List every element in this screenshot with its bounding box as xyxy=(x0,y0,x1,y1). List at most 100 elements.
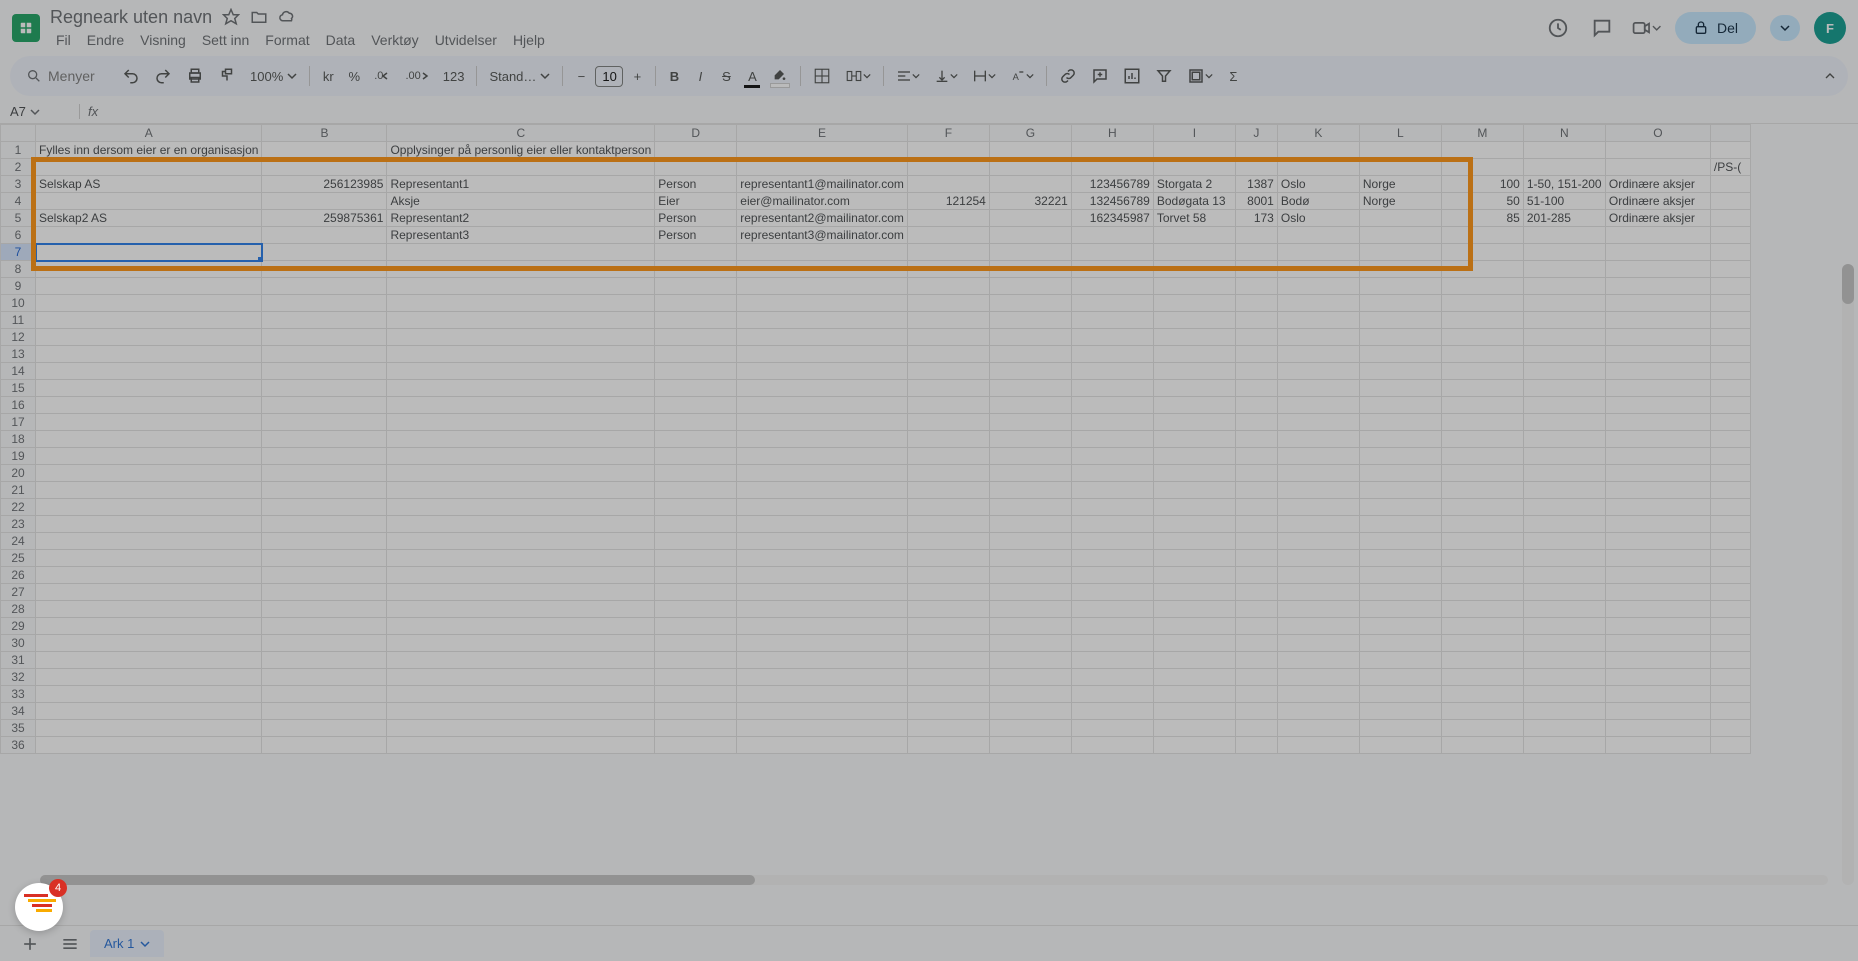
cell-K34[interactable] xyxy=(1277,703,1359,720)
cell-D20[interactable] xyxy=(655,465,737,482)
cell-O25[interactable] xyxy=(1605,550,1710,567)
cell-L26[interactable] xyxy=(1359,567,1441,584)
cell-E4[interactable]: eier@mailinator.com xyxy=(737,193,908,210)
cell-K13[interactable] xyxy=(1277,346,1359,363)
cell-M29[interactable] xyxy=(1441,618,1523,635)
cell-I4[interactable]: Bodøgata 13 xyxy=(1153,193,1235,210)
cell-H10[interactable] xyxy=(1071,295,1153,312)
cell-O24[interactable] xyxy=(1605,533,1710,550)
cell-O27[interactable] xyxy=(1605,584,1710,601)
row-header-6[interactable]: 6 xyxy=(1,227,36,244)
row-header-29[interactable]: 29 xyxy=(1,618,36,635)
cell-G4[interactable]: 32221 xyxy=(989,193,1071,210)
row-header-25[interactable]: 25 xyxy=(1,550,36,567)
cell-D8[interactable] xyxy=(655,261,737,278)
print-button[interactable] xyxy=(180,62,210,90)
cell-F28[interactable] xyxy=(907,601,989,618)
cell-A33[interactable] xyxy=(36,686,262,703)
cell-M4[interactable]: 50 xyxy=(1441,193,1523,210)
cell-H20[interactable] xyxy=(1071,465,1153,482)
rotate-button[interactable]: A xyxy=(1004,62,1040,90)
cell-J4[interactable]: 8001 xyxy=(1235,193,1277,210)
cell-K21[interactable] xyxy=(1277,482,1359,499)
cell-A8[interactable] xyxy=(36,261,262,278)
cell-M6[interactable] xyxy=(1441,227,1523,244)
cell-J2[interactable] xyxy=(1235,159,1277,176)
cell-C23[interactable] xyxy=(387,516,655,533)
cell-C9[interactable] xyxy=(387,278,655,295)
meet-icon[interactable] xyxy=(1631,13,1661,43)
cell-E23[interactable] xyxy=(737,516,908,533)
all-sheets-button[interactable] xyxy=(50,928,90,960)
cell-O17[interactable] xyxy=(1605,414,1710,431)
cell-C2[interactable] xyxy=(387,159,655,176)
cell-K12[interactable] xyxy=(1277,329,1359,346)
cell-F1[interactable] xyxy=(907,142,989,159)
cell-D7[interactable] xyxy=(655,244,737,261)
cell-O3[interactable]: Ordinære aksjer xyxy=(1605,176,1710,193)
cell-M5[interactable]: 85 xyxy=(1441,210,1523,227)
cell-F22[interactable] xyxy=(907,499,989,516)
cell-I22[interactable] xyxy=(1153,499,1235,516)
cell-D3[interactable]: Person xyxy=(655,176,737,193)
menu-endre[interactable]: Endre xyxy=(81,30,130,50)
cell-O10[interactable] xyxy=(1605,295,1710,312)
cell-C12[interactable] xyxy=(387,329,655,346)
cell-H1[interactable] xyxy=(1071,142,1153,159)
cell-H5[interactable]: 162345987 xyxy=(1071,210,1153,227)
h-align-button[interactable] xyxy=(890,62,926,90)
row-header-5[interactable]: 5 xyxy=(1,210,36,227)
currency-button[interactable]: kr xyxy=(316,62,340,90)
row-header-7[interactable]: 7 xyxy=(1,244,36,261)
row-header-17[interactable]: 17 xyxy=(1,414,36,431)
cell-A13[interactable] xyxy=(36,346,262,363)
cell-L17[interactable] xyxy=(1359,414,1441,431)
cell-I27[interactable] xyxy=(1153,584,1235,601)
cell-H12[interactable] xyxy=(1071,329,1153,346)
cell-J12[interactable] xyxy=(1235,329,1277,346)
row-header-23[interactable]: 23 xyxy=(1,516,36,533)
cell-G20[interactable] xyxy=(989,465,1071,482)
row-header-36[interactable]: 36 xyxy=(1,737,36,754)
cell-D23[interactable] xyxy=(655,516,737,533)
cell-M13[interactable] xyxy=(1441,346,1523,363)
cell-J33[interactable] xyxy=(1235,686,1277,703)
row-header-27[interactable]: 27 xyxy=(1,584,36,601)
cell-F36[interactable] xyxy=(907,737,989,754)
cell-M11[interactable] xyxy=(1441,312,1523,329)
cell-K29[interactable] xyxy=(1277,618,1359,635)
cell-H34[interactable] xyxy=(1071,703,1153,720)
cell-F2[interactable] xyxy=(907,159,989,176)
cell-C7[interactable] xyxy=(387,244,655,261)
cell-O30[interactable] xyxy=(1605,635,1710,652)
column-header-C[interactable]: C xyxy=(387,125,655,142)
cell-N17[interactable] xyxy=(1523,414,1605,431)
cell-N8[interactable] xyxy=(1523,261,1605,278)
cloud-icon[interactable] xyxy=(278,8,296,26)
cell-G33[interactable] xyxy=(989,686,1071,703)
cell-B26[interactable] xyxy=(262,567,387,584)
notification-bubble[interactable]: 4 xyxy=(15,883,63,931)
cell-G36[interactable] xyxy=(989,737,1071,754)
cell-C26[interactable] xyxy=(387,567,655,584)
cell-E16[interactable] xyxy=(737,397,908,414)
cell-E25[interactable] xyxy=(737,550,908,567)
cell-M3[interactable]: 100 xyxy=(1441,176,1523,193)
cell-K22[interactable] xyxy=(1277,499,1359,516)
insert-chart-button[interactable] xyxy=(1117,62,1147,90)
cell-G15[interactable] xyxy=(989,380,1071,397)
cell-G7[interactable] xyxy=(989,244,1071,261)
cell-O31[interactable] xyxy=(1605,652,1710,669)
cell-A22[interactable] xyxy=(36,499,262,516)
vertical-scrollbar[interactable] xyxy=(1842,264,1854,885)
cell-I33[interactable] xyxy=(1153,686,1235,703)
cell-G6[interactable] xyxy=(989,227,1071,244)
column-header-M[interactable]: M xyxy=(1441,125,1523,142)
cell-K20[interactable] xyxy=(1277,465,1359,482)
cell-N23[interactable] xyxy=(1523,516,1605,533)
cell-E29[interactable] xyxy=(737,618,908,635)
cell-D35[interactable] xyxy=(655,720,737,737)
cell-E27[interactable] xyxy=(737,584,908,601)
cell-B21[interactable] xyxy=(262,482,387,499)
cell-E18[interactable] xyxy=(737,431,908,448)
